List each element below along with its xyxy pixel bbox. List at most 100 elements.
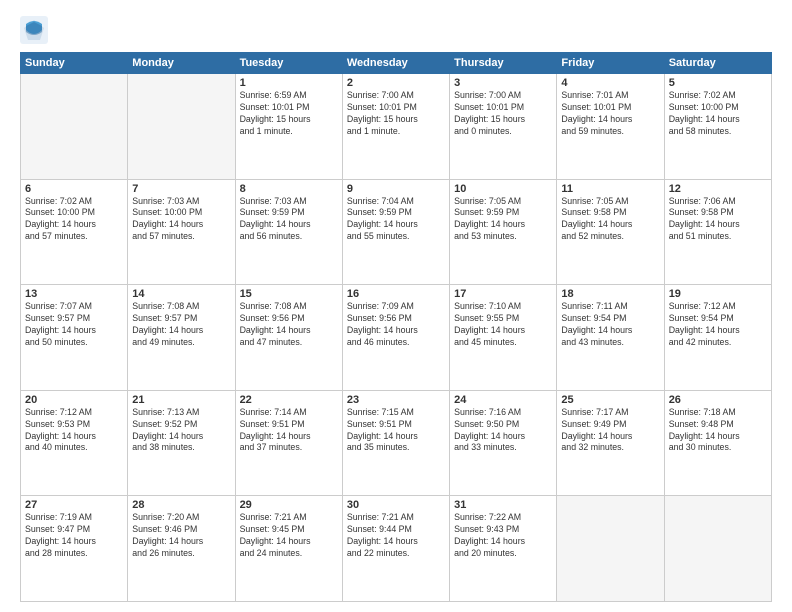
day-info: Sunrise: 7:22 AM Sunset: 9:43 PM Dayligh… [454,512,552,560]
weekday-header-cell: Monday [128,53,235,74]
day-info: Sunrise: 7:14 AM Sunset: 9:51 PM Dayligh… [240,407,338,455]
day-number: 8 [240,183,338,195]
calendar-day-cell: 2Sunrise: 7:00 AM Sunset: 10:01 PM Dayli… [342,74,449,180]
day-number: 4 [561,77,659,89]
header [20,16,772,44]
day-info: Sunrise: 7:01 AM Sunset: 10:01 PM Daylig… [561,90,659,138]
calendar-day-cell: 7Sunrise: 7:03 AM Sunset: 10:00 PM Dayli… [128,179,235,285]
day-number: 18 [561,288,659,300]
day-number: 13 [25,288,123,300]
day-number: 24 [454,394,552,406]
day-info: Sunrise: 7:12 AM Sunset: 9:53 PM Dayligh… [25,407,123,455]
calendar-day-cell [21,74,128,180]
day-number: 6 [25,183,123,195]
day-info: Sunrise: 7:11 AM Sunset: 9:54 PM Dayligh… [561,301,659,349]
day-number: 21 [132,394,230,406]
day-number: 16 [347,288,445,300]
calendar-day-cell: 12Sunrise: 7:06 AM Sunset: 9:58 PM Dayli… [664,179,771,285]
day-info: Sunrise: 7:18 AM Sunset: 9:48 PM Dayligh… [669,407,767,455]
weekday-header-cell: Wednesday [342,53,449,74]
day-info: Sunrise: 7:08 AM Sunset: 9:57 PM Dayligh… [132,301,230,349]
day-info: Sunrise: 7:02 AM Sunset: 10:00 PM Daylig… [669,90,767,138]
day-number: 11 [561,183,659,195]
day-info: Sunrise: 7:13 AM Sunset: 9:52 PM Dayligh… [132,407,230,455]
calendar-day-cell: 3Sunrise: 7:00 AM Sunset: 10:01 PM Dayli… [450,74,557,180]
calendar-day-cell: 8Sunrise: 7:03 AM Sunset: 9:59 PM Daylig… [235,179,342,285]
day-number: 2 [347,77,445,89]
calendar-day-cell: 13Sunrise: 7:07 AM Sunset: 9:57 PM Dayli… [21,285,128,391]
weekday-header-cell: Tuesday [235,53,342,74]
calendar-week-row: 1Sunrise: 6:59 AM Sunset: 10:01 PM Dayli… [21,74,772,180]
day-number: 22 [240,394,338,406]
calendar-day-cell: 20Sunrise: 7:12 AM Sunset: 9:53 PM Dayli… [21,390,128,496]
day-number: 17 [454,288,552,300]
day-number: 23 [347,394,445,406]
calendar-day-cell [128,74,235,180]
day-info: Sunrise: 7:19 AM Sunset: 9:47 PM Dayligh… [25,512,123,560]
day-info: Sunrise: 7:15 AM Sunset: 9:51 PM Dayligh… [347,407,445,455]
day-info: Sunrise: 7:04 AM Sunset: 9:59 PM Dayligh… [347,196,445,244]
day-info: Sunrise: 7:03 AM Sunset: 10:00 PM Daylig… [132,196,230,244]
calendar-day-cell: 24Sunrise: 7:16 AM Sunset: 9:50 PM Dayli… [450,390,557,496]
calendar-day-cell: 26Sunrise: 7:18 AM Sunset: 9:48 PM Dayli… [664,390,771,496]
day-info: Sunrise: 7:07 AM Sunset: 9:57 PM Dayligh… [25,301,123,349]
calendar-day-cell: 16Sunrise: 7:09 AM Sunset: 9:56 PM Dayli… [342,285,449,391]
calendar-day-cell: 11Sunrise: 7:05 AM Sunset: 9:58 PM Dayli… [557,179,664,285]
day-number: 25 [561,394,659,406]
calendar-day-cell: 14Sunrise: 7:08 AM Sunset: 9:57 PM Dayli… [128,285,235,391]
day-number: 30 [347,499,445,511]
day-info: Sunrise: 6:59 AM Sunset: 10:01 PM Daylig… [240,90,338,138]
calendar-day-cell: 19Sunrise: 7:12 AM Sunset: 9:54 PM Dayli… [664,285,771,391]
weekday-header-cell: Saturday [664,53,771,74]
day-info: Sunrise: 7:10 AM Sunset: 9:55 PM Dayligh… [454,301,552,349]
day-info: Sunrise: 7:21 AM Sunset: 9:45 PM Dayligh… [240,512,338,560]
calendar-day-cell: 4Sunrise: 7:01 AM Sunset: 10:01 PM Dayli… [557,74,664,180]
page: SundayMondayTuesdayWednesdayThursdayFrid… [0,0,792,612]
calendar-day-cell: 28Sunrise: 7:20 AM Sunset: 9:46 PM Dayli… [128,496,235,602]
calendar-day-cell: 30Sunrise: 7:21 AM Sunset: 9:44 PM Dayli… [342,496,449,602]
day-number: 10 [454,183,552,195]
day-info: Sunrise: 7:12 AM Sunset: 9:54 PM Dayligh… [669,301,767,349]
calendar-day-cell [557,496,664,602]
calendar-week-row: 6Sunrise: 7:02 AM Sunset: 10:00 PM Dayli… [21,179,772,285]
calendar-day-cell: 18Sunrise: 7:11 AM Sunset: 9:54 PM Dayli… [557,285,664,391]
logo-icon [20,16,48,44]
calendar-day-cell [664,496,771,602]
day-number: 7 [132,183,230,195]
calendar-day-cell: 27Sunrise: 7:19 AM Sunset: 9:47 PM Dayli… [21,496,128,602]
day-number: 28 [132,499,230,511]
calendar-day-cell: 1Sunrise: 6:59 AM Sunset: 10:01 PM Dayli… [235,74,342,180]
day-number: 19 [669,288,767,300]
calendar-day-cell: 21Sunrise: 7:13 AM Sunset: 9:52 PM Dayli… [128,390,235,496]
calendar-day-cell: 31Sunrise: 7:22 AM Sunset: 9:43 PM Dayli… [450,496,557,602]
day-number: 5 [669,77,767,89]
day-info: Sunrise: 7:17 AM Sunset: 9:49 PM Dayligh… [561,407,659,455]
day-number: 29 [240,499,338,511]
calendar-table: SundayMondayTuesdayWednesdayThursdayFrid… [20,52,772,602]
calendar-day-cell: 10Sunrise: 7:05 AM Sunset: 9:59 PM Dayli… [450,179,557,285]
calendar-day-cell: 29Sunrise: 7:21 AM Sunset: 9:45 PM Dayli… [235,496,342,602]
calendar-day-cell: 6Sunrise: 7:02 AM Sunset: 10:00 PM Dayli… [21,179,128,285]
day-number: 20 [25,394,123,406]
day-number: 15 [240,288,338,300]
day-info: Sunrise: 7:05 AM Sunset: 9:59 PM Dayligh… [454,196,552,244]
day-number: 14 [132,288,230,300]
day-number: 27 [25,499,123,511]
day-number: 9 [347,183,445,195]
calendar-day-cell: 15Sunrise: 7:08 AM Sunset: 9:56 PM Dayli… [235,285,342,391]
day-info: Sunrise: 7:20 AM Sunset: 9:46 PM Dayligh… [132,512,230,560]
day-number: 1 [240,77,338,89]
calendar-day-cell: 17Sunrise: 7:10 AM Sunset: 9:55 PM Dayli… [450,285,557,391]
day-info: Sunrise: 7:08 AM Sunset: 9:56 PM Dayligh… [240,301,338,349]
day-info: Sunrise: 7:21 AM Sunset: 9:44 PM Dayligh… [347,512,445,560]
day-info: Sunrise: 7:16 AM Sunset: 9:50 PM Dayligh… [454,407,552,455]
calendar-body: 1Sunrise: 6:59 AM Sunset: 10:01 PM Dayli… [21,74,772,602]
day-number: 12 [669,183,767,195]
calendar-day-cell: 9Sunrise: 7:04 AM Sunset: 9:59 PM Daylig… [342,179,449,285]
calendar-day-cell: 5Sunrise: 7:02 AM Sunset: 10:00 PM Dayli… [664,74,771,180]
day-info: Sunrise: 7:02 AM Sunset: 10:00 PM Daylig… [25,196,123,244]
day-info: Sunrise: 7:05 AM Sunset: 9:58 PM Dayligh… [561,196,659,244]
day-number: 31 [454,499,552,511]
weekday-header-cell: Thursday [450,53,557,74]
day-number: 3 [454,77,552,89]
